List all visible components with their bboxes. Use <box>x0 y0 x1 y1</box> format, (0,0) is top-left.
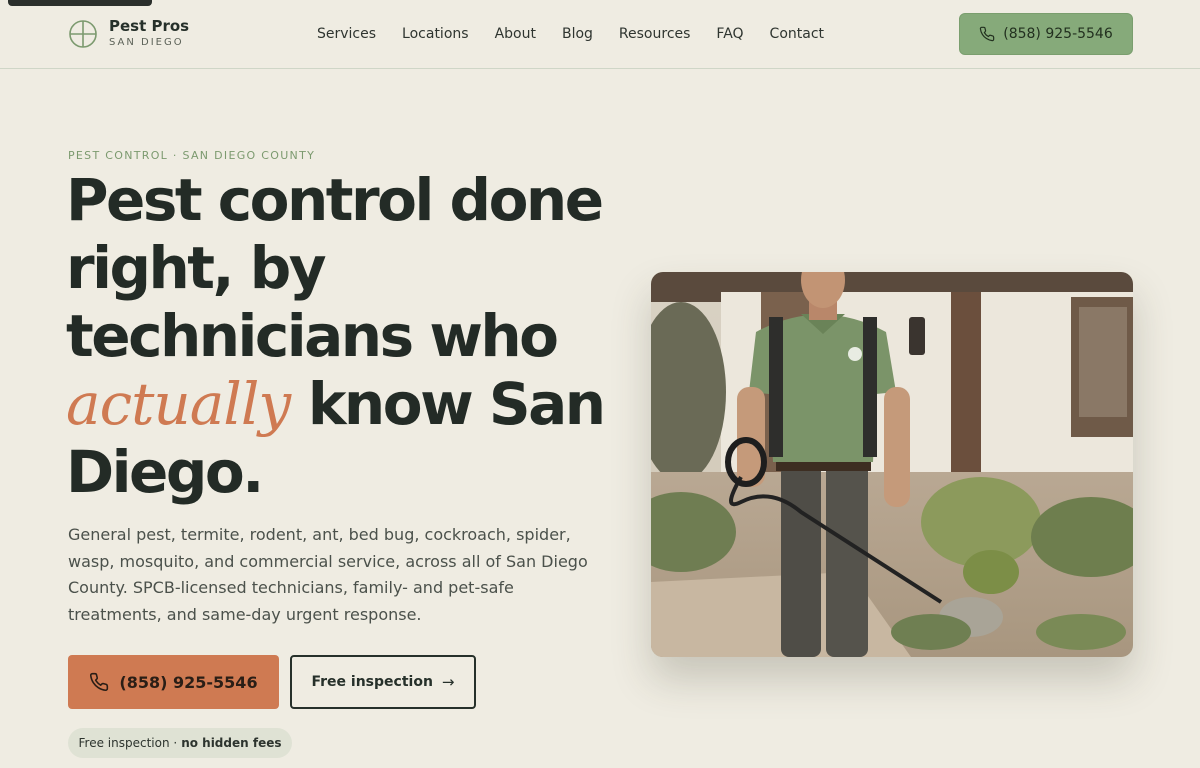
call-button[interactable]: (858) 925-5546 <box>68 655 279 709</box>
headline-part-1: Pest control done right, by technicians … <box>66 166 604 370</box>
nav-blog[interactable]: Blog <box>562 25 593 43</box>
free-inspection-button[interactable]: Free inspection → <box>290 655 476 709</box>
nav-faq[interactable]: FAQ <box>716 25 743 43</box>
site-header: Pest Pros SAN DIEGO Services Locations A… <box>0 0 1200 69</box>
hero-headline: Pest control done right, by technicians … <box>66 166 606 506</box>
hero-technician-photo <box>651 272 1133 657</box>
nav-locations[interactable]: Locations <box>402 25 469 43</box>
hero-lead: General pest, termite, rodent, ant, bed … <box>68 525 588 624</box>
call-button-label: (858) 925-5546 <box>119 672 258 692</box>
logo-subtitle: SAN DIEGO <box>109 37 184 48</box>
phone-icon <box>90 672 109 692</box>
phone-icon <box>980 26 995 42</box>
technician-illustration <box>651 272 1133 657</box>
headline-accent: actually <box>66 370 291 438</box>
badge-bold-text: no hidden fees <box>181 736 282 750</box>
logo-crosshair-icon <box>69 20 97 48</box>
nav-contact[interactable]: Contact <box>770 25 824 43</box>
free-inspection-label: Free inspection <box>311 674 433 690</box>
no-hidden-fees-badge: Free inspection · no hidden fees <box>68 728 292 758</box>
header-phone-label: (858) 925-5546 <box>1003 26 1113 42</box>
main-nav: Services Locations About Blog Resources … <box>317 25 824 43</box>
nav-about[interactable]: About <box>495 25 536 43</box>
hero-eyebrow: PEST CONTROL · SAN DIEGO COUNTY <box>68 149 316 162</box>
arrow-right-icon: → <box>441 673 455 691</box>
badge-text: Free inspection · <box>78 736 178 750</box>
nav-services[interactable]: Services <box>317 25 376 43</box>
logo-name: Pest Pros <box>109 17 190 35</box>
nav-resources[interactable]: Resources <box>619 25 691 43</box>
header-phone-button[interactable]: (858) 925-5546 <box>959 13 1133 55</box>
logo[interactable]: Pest Pros SAN DIEGO <box>68 18 189 50</box>
